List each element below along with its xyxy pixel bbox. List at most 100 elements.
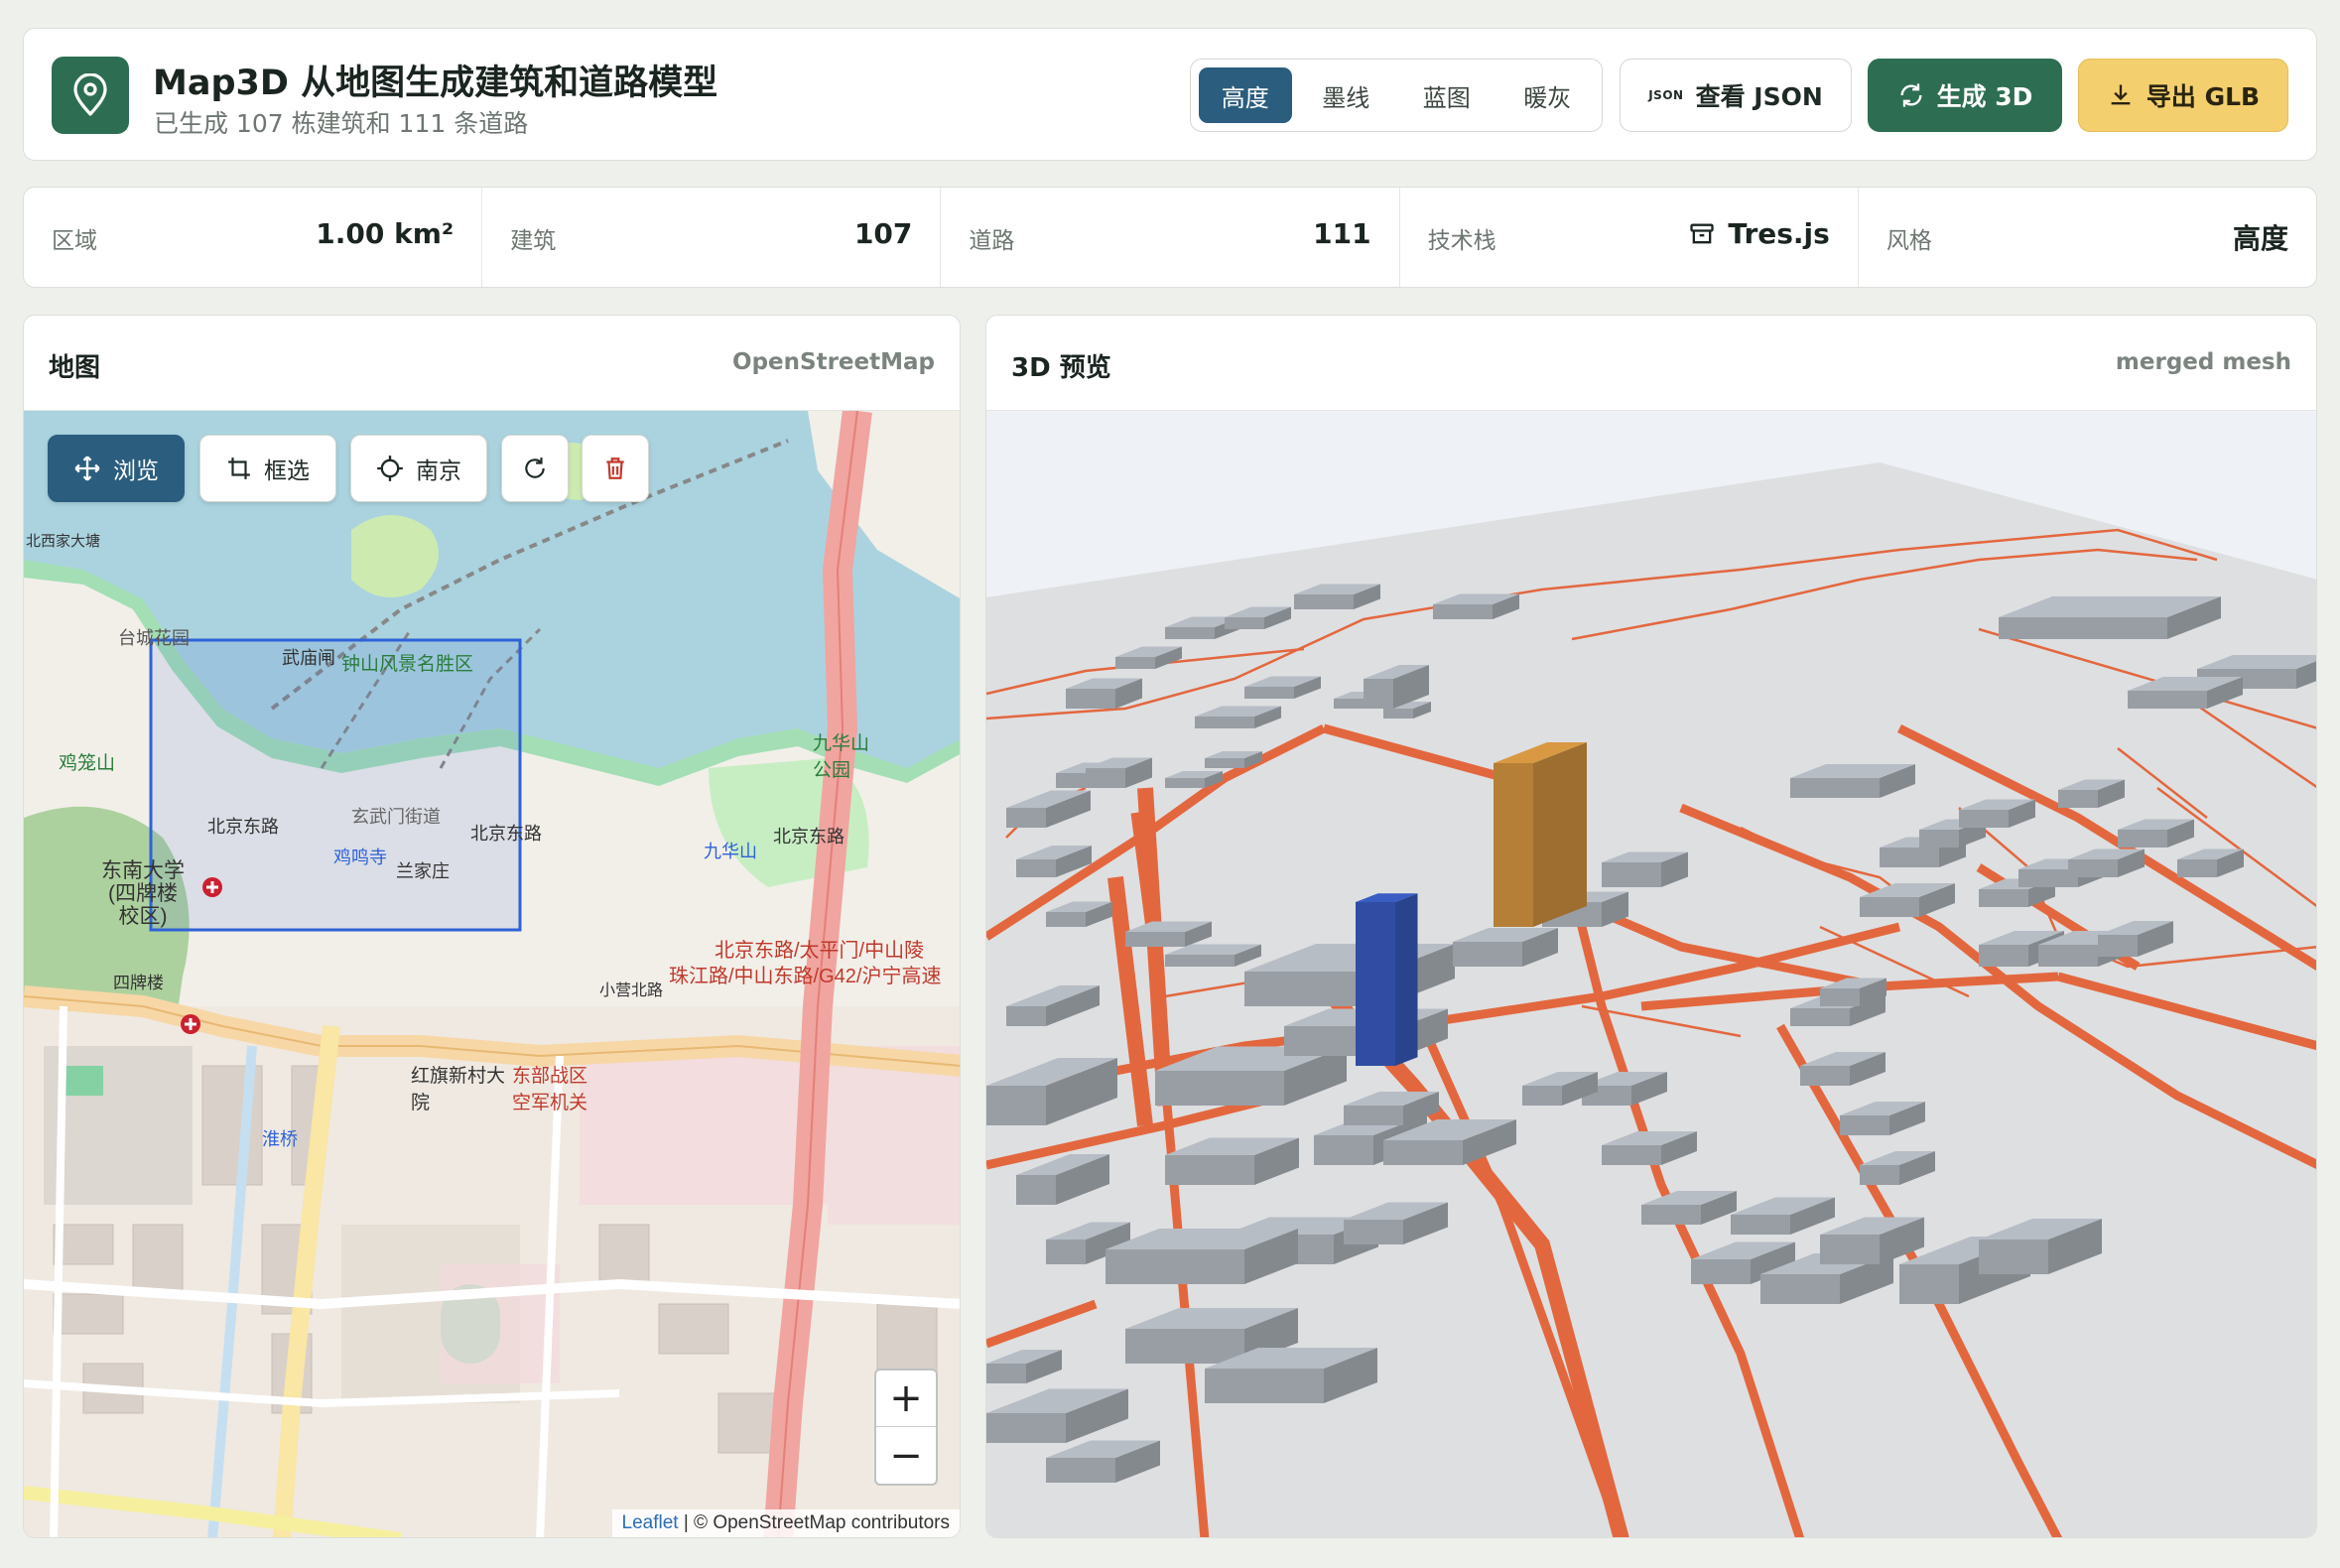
building-face — [1383, 709, 1413, 719]
map-label: 玄武门街道 — [351, 807, 441, 827]
building-face — [1979, 945, 2028, 967]
generate-3d-label: 生成 3D — [1936, 82, 2033, 111]
building-face — [1155, 1071, 1284, 1106]
style-switcher: 高度 墨线 蓝图 暖灰 — [1190, 59, 1603, 132]
building-face — [1225, 617, 1264, 629]
map-label: 九华山公园 — [813, 733, 870, 781]
building-face — [1602, 862, 1661, 887]
reset-button[interactable] — [501, 435, 569, 502]
style-option-blueprint[interactable]: 蓝图 — [1400, 67, 1494, 123]
building-face — [1494, 763, 1533, 927]
zoom-out-button[interactable]: − — [874, 1426, 938, 1486]
app-title: Map3D 从地图生成建筑和道路模型 — [153, 64, 718, 103]
crosshair-icon — [377, 456, 403, 481]
building-face — [1979, 889, 2028, 907]
building-face — [1016, 859, 1056, 877]
map-canvas[interactable]: 北西家大塘 台城花园 武庙闸 钟山风景名胜区 九华山公园 鸡笼山 玄武门街道 北… — [24, 411, 960, 1537]
leaflet-link[interactable]: Leaflet — [622, 1512, 679, 1533]
building-face — [1165, 1155, 1254, 1185]
map-label: 东南大学 (四牌楼 校区) — [101, 859, 185, 929]
stat-label: 道路 — [969, 228, 1015, 254]
3d-preview-panel: 3D 预览 merged mesh — [985, 315, 2317, 1538]
download-icon — [2111, 84, 2131, 105]
building-face — [2058, 790, 2098, 808]
map-label: 东部战区空军机关 — [512, 1066, 588, 1113]
map-label: 台城花园 — [118, 628, 190, 648]
building-face — [1294, 594, 1354, 609]
building-face — [2177, 859, 2217, 877]
delete-selection-button[interactable] — [582, 435, 649, 502]
app-subtitle: 已生成 107 栋建筑和 111 条道路 — [154, 109, 529, 138]
refresh-icon — [1900, 83, 1922, 107]
map-label: 武庙闸 — [282, 648, 335, 668]
mesh-type: merged mesh — [2115, 349, 2291, 375]
building-face — [2118, 830, 2167, 848]
stat-label: 风格 — [1885, 228, 1932, 254]
map-label: 珠江路/中山东路/G42/沪宁高速 — [669, 966, 942, 987]
map-panel-header: 地图 OpenStreetMap — [24, 316, 960, 411]
map-label: 淮桥 — [262, 1129, 298, 1149]
building-face — [1691, 1259, 1751, 1284]
browse-tool-button[interactable]: 浏览 — [48, 435, 185, 502]
building-face — [1334, 699, 1364, 709]
building-face — [1602, 1145, 1661, 1165]
stat-roads: 道路 111 — [941, 188, 1400, 287]
map-label: 北京东路 — [470, 824, 542, 844]
building-face — [1533, 742, 1587, 927]
building-face — [1820, 988, 1860, 1006]
locate-nanjing-button[interactable]: 南京 — [350, 435, 487, 502]
stat-value: 107 — [853, 217, 913, 250]
building-face — [1364, 679, 1393, 709]
select-tool-button[interactable]: 框选 — [199, 435, 336, 502]
export-glb-button[interactable]: 导出 GLB — [2078, 59, 2288, 132]
building-face — [1356, 902, 1395, 1066]
building-face — [1046, 1458, 1115, 1483]
building-face — [1046, 1240, 1086, 1264]
attribution-text: | © OpenStreetMap contributors — [678, 1512, 950, 1533]
building-face — [2038, 945, 2098, 967]
building-face — [1820, 1235, 1880, 1264]
building-face — [1790, 778, 1880, 798]
building-face — [1125, 1329, 1244, 1364]
building-face — [1016, 1175, 1056, 1205]
zoom-in-button[interactable]: + — [874, 1369, 938, 1428]
map-source: OpenStreetMap — [732, 349, 935, 375]
building-face — [1344, 1106, 1403, 1125]
building-face — [1641, 1205, 1701, 1225]
map-label: 小营北路 — [599, 982, 664, 999]
style-option-height[interactable]: 高度 — [1199, 67, 1292, 123]
building-face — [1046, 912, 1086, 927]
map-label: 北西家大塘 — [26, 533, 101, 550]
building-face — [1800, 1066, 1850, 1086]
stat-buildings: 建筑 107 — [482, 188, 942, 287]
stat-area: 区域 1.00 km² — [24, 188, 483, 287]
building-face — [1731, 1215, 1790, 1235]
building-face — [986, 1086, 1046, 1125]
map-label: 北京东路 — [773, 827, 845, 847]
stat-label: 区域 — [52, 228, 97, 254]
building-face — [1840, 1115, 1889, 1135]
browse-label: 浏览 — [113, 458, 159, 484]
3d-panel-title: 3D 预览 — [1011, 353, 1111, 383]
generate-3d-button[interactable]: 生成 3D — [1868, 59, 2062, 132]
trash-icon — [606, 457, 624, 479]
map-label: 钟山风景名胜区 — [341, 654, 474, 675]
crop-icon — [228, 457, 250, 479]
building-face — [1790, 1008, 1850, 1026]
building-face — [1433, 604, 1493, 619]
style-option-warm-gray[interactable]: 暖灰 — [1501, 67, 1595, 123]
building-face — [986, 1364, 1026, 1383]
3d-scene[interactable] — [986, 411, 2316, 1537]
building-face — [1066, 689, 1115, 709]
building-face — [1919, 830, 1959, 848]
map-label: 鸡笼山 — [59, 753, 116, 774]
map-label: 北京东路 — [207, 817, 279, 837]
3d-canvas[interactable] — [986, 411, 2316, 1537]
map-panel: 地图 OpenStreetMap 北西家大塘 台城花园 武庙闸 钟山风景名胜区 … — [23, 315, 961, 1538]
app-header: Map3D 从地图生成建筑和道路模型 已生成 107 栋建筑和 111 条道路 … — [23, 28, 2317, 161]
view-json-button[interactable]: JSON 查看 JSON — [1620, 59, 1852, 132]
stat-value: 高度 — [2233, 222, 2289, 255]
style-option-ink[interactable]: 墨线 — [1300, 67, 1393, 123]
stat-value: 111 — [1313, 217, 1371, 250]
stat-value: 1.00 km² — [316, 217, 455, 250]
